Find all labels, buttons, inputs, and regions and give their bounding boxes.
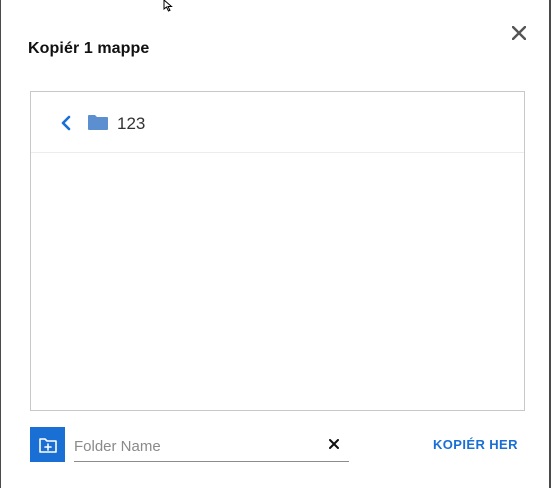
mouse-cursor-icon	[163, 0, 173, 12]
current-folder-name[interactable]: 123	[117, 114, 145, 134]
folder-name-input[interactable]	[74, 435, 314, 457]
close-button[interactable]	[507, 21, 531, 45]
chevron-left-icon	[61, 115, 71, 131]
folder-name-field	[74, 429, 349, 462]
clear-input-button[interactable]	[327, 437, 341, 451]
dialog-footer: KOPIÉR HER	[30, 427, 525, 467]
folder-icon	[88, 115, 108, 130]
clear-icon	[329, 439, 339, 449]
new-folder-icon	[38, 437, 57, 453]
copy-here-button[interactable]: KOPIÉR HER	[433, 437, 518, 452]
new-folder-button[interactable]	[30, 427, 65, 462]
close-icon	[512, 26, 526, 40]
copy-dialog: Kopiér 1 mappe 123 Folder Name KOPIÉR HE…	[0, 0, 551, 488]
dialog-title: Kopiér 1 mappe	[28, 40, 150, 57]
folder-browser: 123	[30, 91, 525, 411]
folder-browser-header: 123	[31, 92, 524, 153]
back-button[interactable]	[57, 114, 75, 132]
